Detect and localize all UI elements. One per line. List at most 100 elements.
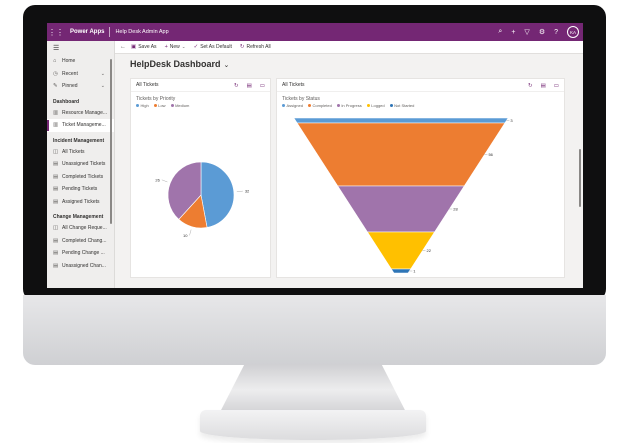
- funnel-segment-assigned[interactable]: [293, 117, 509, 124]
- plus-icon: +: [164, 44, 168, 50]
- ticket-icon: ◫: [53, 148, 59, 155]
- monitor-stand-neck: [218, 364, 408, 416]
- legend-item-not-started[interactable]: Not Started: [389, 103, 415, 108]
- sidebar-item-pinned[interactable]: ✎ Pinned ⌄: [47, 80, 114, 93]
- sidebar-item-label: Pending Tickets: [62, 186, 98, 193]
- pie-data-label: 32: [245, 189, 250, 194]
- plus-icon[interactable]: +: [511, 29, 515, 36]
- legend-item-completed[interactable]: Completed: [307, 103, 332, 108]
- brand-name[interactable]: Power Apps: [65, 29, 109, 35]
- chevron-down-icon[interactable]: ⌄: [101, 71, 105, 77]
- sidebar-item-ticket-management[interactable]: ▥ Ticket Manageme...: [47, 119, 114, 132]
- legend-swatch: [136, 104, 139, 107]
- screen: ⋮⋮ Power Apps Help Desk Admin App ⌕ + ▽ …: [47, 23, 583, 288]
- sidebar-item-pending-changes[interactable]: ▤ Pending Change ...: [47, 247, 114, 260]
- avatar[interactable]: KA: [567, 26, 579, 38]
- gear-icon[interactable]: ⚙: [539, 28, 545, 36]
- legend-swatch: [336, 104, 340, 107]
- expand-icon[interactable]: ▭: [260, 83, 265, 89]
- legend-swatch: [282, 104, 285, 107]
- monitor-stand-base: [200, 410, 426, 440]
- app-name[interactable]: Help Desk Admin App: [110, 29, 168, 35]
- funnel-chart: 3 56 28 22 1: [293, 117, 513, 274]
- panel-actions: ↻ ▤ ▭: [528, 79, 559, 92]
- pie-label-leader: [236, 190, 243, 192]
- legend-item-in-progress[interactable]: In Progress: [336, 103, 362, 108]
- refresh-all-button[interactable]: ↻ Refresh All: [240, 44, 271, 50]
- legend-label: In Progress: [341, 103, 362, 108]
- search-icon[interactable]: ⌕: [498, 28, 502, 36]
- sidebar-item-label: Completed Tickets: [62, 173, 104, 180]
- legend-label: Logged: [371, 103, 385, 108]
- pie-slice-high[interactable]: [200, 161, 235, 228]
- sidebar-item-label: Unassigned Tickets: [62, 161, 106, 168]
- funnel-segment-completed[interactable]: [296, 122, 506, 187]
- chevron-down-icon[interactable]: ⌄: [224, 62, 230, 69]
- sidebar-item-all-tickets[interactable]: ◫ All Tickets: [47, 146, 114, 159]
- records-icon[interactable]: ▤: [541, 83, 546, 89]
- legend-label: Not Started: [394, 103, 415, 108]
- save-as-button[interactable]: ▣ Save As: [131, 44, 157, 50]
- sidebar-item-label: Completed Chang...: [62, 237, 107, 244]
- sidebar-group-title: Incident Management: [53, 137, 105, 144]
- set-default-button[interactable]: ✓ Set As Default: [194, 44, 232, 50]
- sidebar-item-recent[interactable]: ◷ Recent ⌄: [47, 68, 114, 81]
- legend-label: Completed: [312, 103, 332, 108]
- filter-icon[interactable]: ▽: [524, 28, 529, 36]
- list-icon: ▤: [53, 237, 59, 244]
- sidebar-item-label: Pending Change ...: [62, 250, 105, 257]
- sidebar-item-resource-management[interactable]: ▥ Resource Manage...: [47, 107, 114, 120]
- pin-icon: ✎: [53, 83, 58, 90]
- chart-panel-priority: All Tickets ↻ ▤ ▭ Tickets by Priority Hi…: [130, 78, 271, 278]
- sidebar-item-pending-tickets[interactable]: ▤ Pending Tickets: [47, 183, 114, 196]
- hamburger-icon[interactable]: ☰: [47, 41, 114, 55]
- waffle-icon[interactable]: ⋮⋮: [47, 28, 65, 37]
- sidebar-item-home[interactable]: ⌂ Home: [47, 55, 114, 68]
- list-icon: ▤: [53, 173, 59, 180]
- panel-view-title[interactable]: All Tickets: [136, 82, 159, 88]
- list-icon: ▤: [53, 262, 59, 269]
- chart-title: Tickets by Status: [282, 96, 320, 102]
- sidebar-item-completed-changes[interactable]: ▤ Completed Chang...: [47, 235, 114, 248]
- dashboard-icon: ▥: [53, 122, 59, 129]
- funnel-data-label: 28: [453, 207, 458, 212]
- chart-panel-status: All Tickets ↻ ▤ ▭ Tickets by Status Assi…: [276, 78, 565, 278]
- records-icon[interactable]: ▤: [247, 83, 252, 89]
- legend-item-logged[interactable]: Logged: [366, 103, 385, 108]
- sidebar-item-all-change-requests[interactable]: ◫ All Change Reque...: [47, 222, 114, 235]
- list-icon: ▤: [53, 186, 59, 193]
- sidebar-item-assigned-tickets[interactable]: ▤ Assigned Tickets: [47, 196, 114, 209]
- help-icon[interactable]: ?: [554, 29, 558, 36]
- chevron-down-icon[interactable]: ⌄: [101, 83, 105, 89]
- sidebar-item-label: Home: [62, 58, 76, 65]
- sidebar-item-label: Ticket Manageme...: [62, 122, 106, 129]
- expand-icon[interactable]: ▭: [554, 83, 559, 89]
- sidebar-item-label: Recent: [62, 70, 78, 77]
- main-scrollbar[interactable]: [579, 149, 581, 207]
- funnel-segment-not-started[interactable]: [390, 268, 412, 274]
- save-icon: ▣: [131, 44, 137, 50]
- legend-item-assigned[interactable]: Assigned: [282, 103, 303, 108]
- legend-item-high[interactable]: High: [136, 103, 149, 108]
- sidebar-scrollbar[interactable]: [110, 59, 112, 224]
- dashboard-selector[interactable]: HelpDesk Dashboard ⌄: [130, 59, 229, 69]
- list-icon: ▤: [53, 161, 59, 168]
- sidebar-item-unassigned-tickets[interactable]: ▤ Unassigned Tickets: [47, 158, 114, 171]
- new-button[interactable]: + New ⌄: [165, 44, 186, 50]
- sidebar-item-unassigned-changes[interactable]: ▤ Unassigned Chan...: [47, 260, 114, 273]
- chart-legend: High Low Medium: [136, 103, 189, 108]
- legend-item-low[interactable]: Low: [153, 103, 166, 108]
- back-arrow-icon[interactable]: ←: [120, 44, 126, 50]
- refresh-all-label: Refresh All: [246, 44, 271, 50]
- legend-item-medium[interactable]: Medium: [170, 103, 189, 108]
- funnel-segment-in-progress[interactable]: [337, 185, 465, 233]
- legend-swatch: [366, 104, 370, 107]
- clock-icon: ◷: [53, 70, 58, 77]
- panel-view-title[interactable]: All Tickets: [282, 82, 305, 88]
- check-icon: ✓: [193, 44, 199, 50]
- refresh-icon[interactable]: ↻: [234, 83, 239, 89]
- refresh-icon[interactable]: ↻: [528, 83, 533, 89]
- funnel-data-label: 56: [488, 152, 493, 157]
- sidebar-item-completed-tickets[interactable]: ▤ Completed Tickets: [47, 171, 114, 184]
- chevron-down-icon[interactable]: ⌄: [182, 44, 186, 50]
